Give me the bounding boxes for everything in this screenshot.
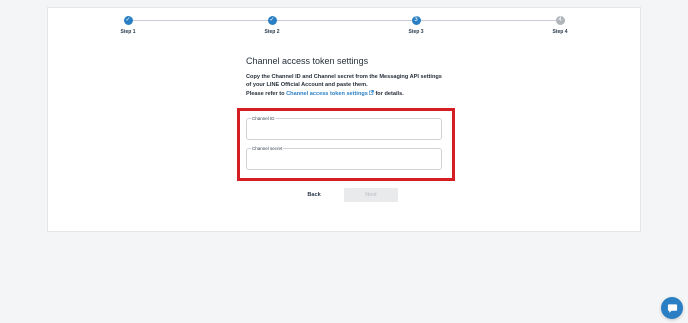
next-button[interactable]: Next (344, 188, 398, 202)
stepper-connector (416, 20, 560, 21)
link-text[interactable]: Channel access token settings (286, 91, 368, 97)
page-title: Channel access token settings (246, 56, 369, 66)
step-label: Step 3 (408, 29, 424, 35)
step-4: 4 Step 4 (540, 16, 580, 35)
stepper-connector (128, 20, 272, 21)
step-label: Step 2 (264, 29, 280, 35)
chat-icon (667, 303, 677, 313)
main-content: Channel access token settings Copy the C… (246, 56, 456, 98)
stepper-connector (272, 20, 416, 21)
channel-secret-input[interactable] (247, 149, 441, 169)
channel-id-input[interactable] (247, 119, 441, 139)
description-line: Copy the Channel ID and Channel secret f… (246, 74, 442, 80)
step-label: Step 4 (552, 29, 568, 35)
channel-secret-label: Channel secret (251, 146, 284, 152)
channel-id-field[interactable]: Channel ID (246, 116, 442, 140)
step-3: 3 Step 3 (396, 16, 436, 35)
step-number: 4 (555, 16, 565, 25)
check-icon: ✓ (123, 16, 133, 25)
description-prefix: Please refer to (246, 90, 287, 97)
progress-stepper: ✓ Step 1 ✓ Step 2 3 Step 3 4 Step 4 (48, 8, 642, 48)
description-line: Please refer to Channel access token set… (246, 89, 456, 98)
step-1: ✓ Step 1 (108, 16, 148, 35)
channel-access-token-settings-link[interactable]: Channel access token settings (286, 89, 374, 97)
description-line: of your LINE Official Account and paste … (246, 82, 368, 89)
step-label: Step 1 (120, 29, 136, 35)
check-icon: ✓ (267, 16, 277, 25)
back-button[interactable]: Back (291, 188, 337, 202)
description: Copy the Channel ID and Channel secret f… (246, 73, 456, 98)
channel-id-label: Channel ID (251, 116, 276, 122)
step-2: ✓ Step 2 (252, 16, 292, 35)
description-suffix: for details. (373, 90, 404, 97)
chat-button[interactable] (661, 297, 683, 319)
channel-secret-field[interactable]: Channel secret (246, 146, 442, 170)
step-number: 3 (411, 16, 421, 25)
